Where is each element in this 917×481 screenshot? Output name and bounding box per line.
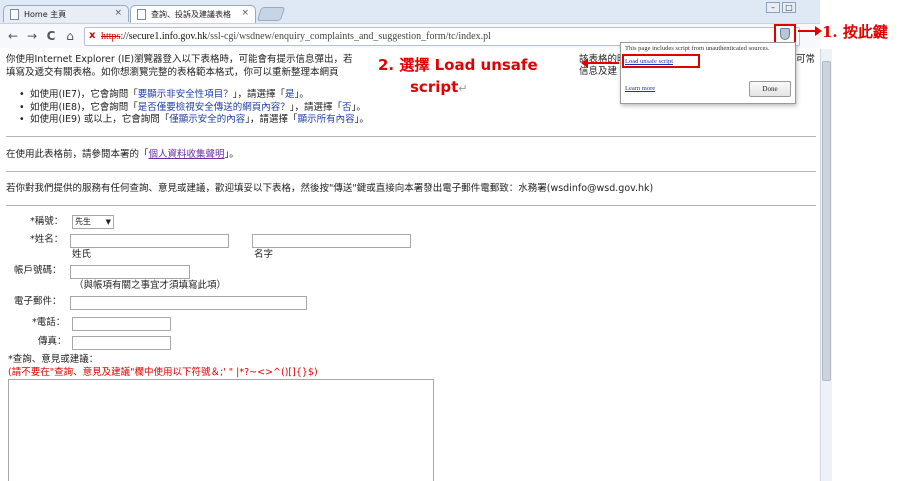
bullet-highlight: 是否僅要檢視安全傳送的網頁內容？ xyxy=(137,101,290,113)
phone-input[interactable] xyxy=(72,317,171,331)
account-note: （與帳項有關之事宜才須填寫此項） xyxy=(74,280,227,291)
vertical-scrollbar[interactable] xyxy=(820,49,832,481)
bullet-text: 如使用(IE7)，它會詢問「 xyxy=(30,89,138,100)
window-controls: – □ xyxy=(766,2,796,13)
comments-label: *查詢、意見或建議： xyxy=(8,354,99,365)
ie-instructions-list: 如使用(IE7)，它會詢問「要顯示非安全性項目？」，請選擇「是」。 如使用(IE… xyxy=(19,89,369,127)
intro-line-1: 你使用Internet Explorer (IE)瀏覽器登入以下表格時，可能會有… xyxy=(6,54,353,65)
comments-warning: (請不要在"查詢、意見及建議"欄中使用以下符號＆;' " |*?~<>^()[]… xyxy=(8,367,318,378)
maximize-button[interactable]: □ xyxy=(782,2,796,13)
form-instruction: 若你對我們提供的服務有任何查詢、意見或建議，歡迎填妥以下表格，然後按"傳送"鍵或… xyxy=(6,183,654,194)
bullet-text: 」。 xyxy=(351,101,366,113)
bullet-text: 」，請選擇「 xyxy=(289,101,343,113)
annotation-arrow-1 xyxy=(798,26,822,36)
unsafe-script-popup: This page includes script from unauthent… xyxy=(620,42,796,104)
annotation-arrow-2 xyxy=(581,58,619,68)
title-select-value: 先生 xyxy=(75,217,91,226)
divider xyxy=(6,136,816,137)
reload-button[interactable]: C xyxy=(43,28,59,44)
forward-button[interactable]: → xyxy=(24,28,40,44)
insecure-lock-icon[interactable]: x xyxy=(89,30,95,41)
annotation-step-1: 1. 按此鍵 xyxy=(822,23,888,41)
tab-title: 查詢、投訴及建議表格 xyxy=(151,10,231,19)
home-button[interactable]: ⌂ xyxy=(62,28,78,44)
new-tab-button[interactable] xyxy=(256,7,286,21)
tab-close-icon[interactable]: × xyxy=(114,8,122,18)
bullet-text: 如使用(IE8)，它會詢問「 xyxy=(30,101,138,113)
minimize-button[interactable]: – xyxy=(766,2,780,13)
list-item: 如使用(IE7)，它會詢問「要顯示非安全性項目？」，請選擇「是」。 xyxy=(19,89,369,102)
annotation-step-2-word: script xyxy=(410,78,459,96)
intro-tail-1-end: 可常 xyxy=(796,54,816,65)
chevron-down-icon: ▼ xyxy=(105,218,111,226)
bullet-text: 」，請選擇「 xyxy=(245,114,298,125)
scrollbar-thumb[interactable] xyxy=(822,61,831,381)
name-label: *姓名： xyxy=(30,234,64,245)
email-label: 電子郵件： xyxy=(14,296,62,307)
bullet-text: 」。 xyxy=(294,89,309,100)
given-name-sublabel: 名字 xyxy=(254,249,274,260)
load-unsafe-script-link[interactable]: Load unsafe script xyxy=(625,58,673,65)
account-number-input[interactable] xyxy=(70,265,190,279)
url-path: /ssl-cgi/wsdnew/enquiry_complaints_and_s… xyxy=(207,31,491,42)
comments-textarea[interactable] xyxy=(8,379,434,481)
url-text: https://secure1.info.gov.hk/ssl-cgi/wsdn… xyxy=(101,31,491,42)
divider xyxy=(6,205,816,206)
shield-icon xyxy=(780,28,790,40)
bullet-highlight: 是 xyxy=(285,89,295,100)
given-name-input[interactable] xyxy=(252,234,411,248)
bullet-highlight: 否 xyxy=(342,101,352,113)
fax-input[interactable] xyxy=(72,336,171,350)
divider xyxy=(6,171,816,172)
list-item: 如使用(IE8)，它會詢問「是否僅要檢視安全傳送的網頁內容？」，請選擇「否」。 xyxy=(19,101,369,115)
blocked-script-shield-button[interactable] xyxy=(774,24,796,44)
bullet-text: 」，請選擇「 xyxy=(232,89,286,100)
page-icon xyxy=(137,9,146,20)
tab-title: Home 主頁 xyxy=(24,10,67,19)
account-label: 帳戶號碼： xyxy=(14,265,62,276)
bullet-highlight: 要顯示非安全性項目？ xyxy=(137,89,233,100)
intro-text: 你使用Internet Explorer (IE)瀏覽器登入以下表格時，可能會有… xyxy=(6,54,376,79)
bullet-highlight: 僅顯示安全的內容 xyxy=(169,114,246,125)
title-select[interactable]: 先生 ▼ xyxy=(72,215,114,229)
surname-input[interactable] xyxy=(70,234,229,248)
email-field[interactable] xyxy=(70,296,307,310)
popup-message: This page includes script from unauthent… xyxy=(625,45,770,52)
tab-enquiry-form[interactable]: 查詢、投訴及建議表格 × xyxy=(130,5,256,23)
privacy-statement-link[interactable]: 個人資料收集聲明 xyxy=(149,149,225,160)
tab-home[interactable]: Home 主頁 × xyxy=(3,5,129,22)
back-button[interactable]: ← xyxy=(5,28,21,44)
bullet-text: 如使用(IE9) 或以上，它會詢問「 xyxy=(30,114,170,125)
surname-sublabel: 姓氏 xyxy=(72,249,92,260)
page-content: 你使用Internet Explorer (IE)瀏覽器登入以下表格時，可能會有… xyxy=(0,49,820,481)
privacy-text: 在使用此表格前，請參閱本署的「 xyxy=(6,149,149,160)
intro-line-2: 填寫及遞交有關表格。如你想瀏覽完整的表格範本格式，你可以重新整理本網頁 xyxy=(6,66,339,78)
phone-label: *電話： xyxy=(32,317,66,328)
list-item: 如使用(IE9) 或以上，它會詢問「僅顯示安全的內容」，請選擇「顯示所有內容」。 xyxy=(19,114,369,127)
annotation-step-2-cont: script↵ xyxy=(410,78,468,96)
tab-close-icon[interactable]: × xyxy=(241,8,249,18)
bullet-text: 」。 xyxy=(354,114,369,125)
privacy-text: 」。 xyxy=(224,149,239,160)
fax-label: 傳真： xyxy=(38,336,67,347)
learn-more-link[interactable]: Learn more xyxy=(625,85,655,92)
done-button[interactable]: Done xyxy=(749,81,791,97)
url-scheme: https xyxy=(101,31,121,42)
privacy-notice: 在使用此表格前，請參閱本署的「個人資料收集聲明」。 xyxy=(6,149,239,162)
annotation-step-2: 2. 選擇 Load unsafe xyxy=(378,56,538,74)
title-label: *稱號： xyxy=(30,216,64,227)
bullet-highlight: 顯示所有內容 xyxy=(297,114,355,125)
url-host: ://secure1.info.gov.hk xyxy=(120,31,208,42)
page-icon xyxy=(10,9,19,20)
return-mark-icon: ↵ xyxy=(458,82,468,95)
